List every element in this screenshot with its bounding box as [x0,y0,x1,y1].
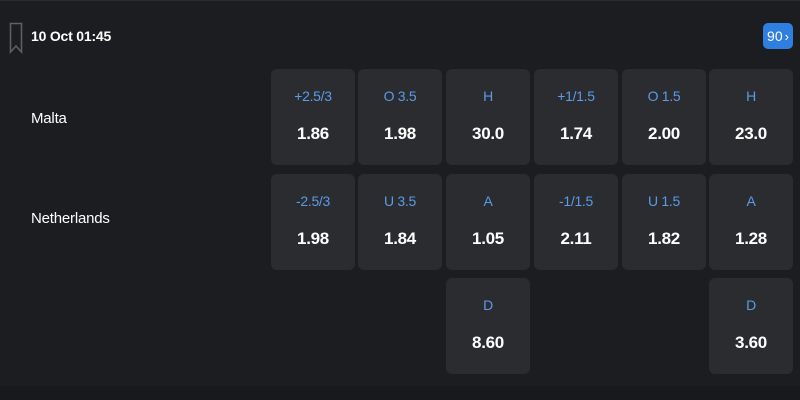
odds-value: 1.84 [384,229,416,248]
odds-label: D [483,297,493,313]
odds-label: O 1.5 [647,88,681,104]
odds-cell-draw-1h[interactable]: D 3.60 [709,278,793,374]
odds-cell-away-win[interactable]: A 1.05 [446,174,530,270]
match-datetime: 10 Oct 01:45 [31,28,112,44]
more-markets-count: 90 [767,28,783,44]
odds-value: 1.74 [560,124,592,143]
odds-cell-away-win-1h[interactable]: A 1.28 [709,174,793,270]
away-team-name: Netherlands [31,210,110,227]
odds-label: U 1.5 [648,193,680,209]
odds-cell-over[interactable]: O 3.5 1.98 [358,69,442,165]
odds-value: 1.28 [735,229,767,248]
odds-value: 30.0 [472,124,504,143]
odds-value: 1.05 [472,229,504,248]
top-divider [0,0,800,1]
odds-cell-over-1h[interactable]: O 1.5 2.00 [622,69,706,165]
odds-label: H [483,88,493,104]
odds-label: D [746,297,756,313]
odds-label: U 3.5 [384,193,416,209]
odds-value: 2.00 [648,124,680,143]
odds-value: 2.11 [560,229,592,248]
chevron-right-icon: › [784,28,789,44]
odds-value: 23.0 [735,124,767,143]
more-markets-button[interactable]: 90 › [763,23,793,49]
odds-label: H [746,88,756,104]
odds-label: +2.5/3 [294,88,332,104]
odds-label: -2.5/3 [296,193,330,209]
odds-cell-home-handicap[interactable]: +2.5/3 1.86 [271,69,355,165]
odds-cell-under[interactable]: U 3.5 1.84 [358,174,442,270]
odds-cell-under-1h[interactable]: U 1.5 1.82 [622,174,706,270]
odds-label: A [746,193,756,209]
odds-value: 1.98 [297,229,329,248]
odds-cell-home-handicap-1h[interactable]: +1/1.5 1.74 [534,69,618,165]
odds-label: A [483,193,493,209]
odds-cell-home-win[interactable]: H 30.0 [446,69,530,165]
odds-cell-away-handicap[interactable]: -2.5/3 1.98 [271,174,355,270]
odds-value: 8.60 [472,333,504,352]
bottom-divider [0,386,800,400]
odds-label: -1/1.5 [559,193,593,209]
odds-cell-home-win-1h[interactable]: H 23.0 [709,69,793,165]
odds-label: +1/1.5 [557,88,595,104]
odds-cell-away-handicap-1h[interactable]: -1/1.5 2.11 [534,174,618,270]
odds-cell-draw[interactable]: D 8.60 [446,278,530,374]
odds-value: 1.98 [384,124,416,143]
odds-label: O 3.5 [383,88,417,104]
odds-value: 1.82 [648,229,680,248]
odds-value: 1.86 [297,124,329,143]
home-team-name: Malta [31,110,67,127]
odds-value: 3.60 [735,333,767,352]
bookmark-icon[interactable] [9,22,23,54]
